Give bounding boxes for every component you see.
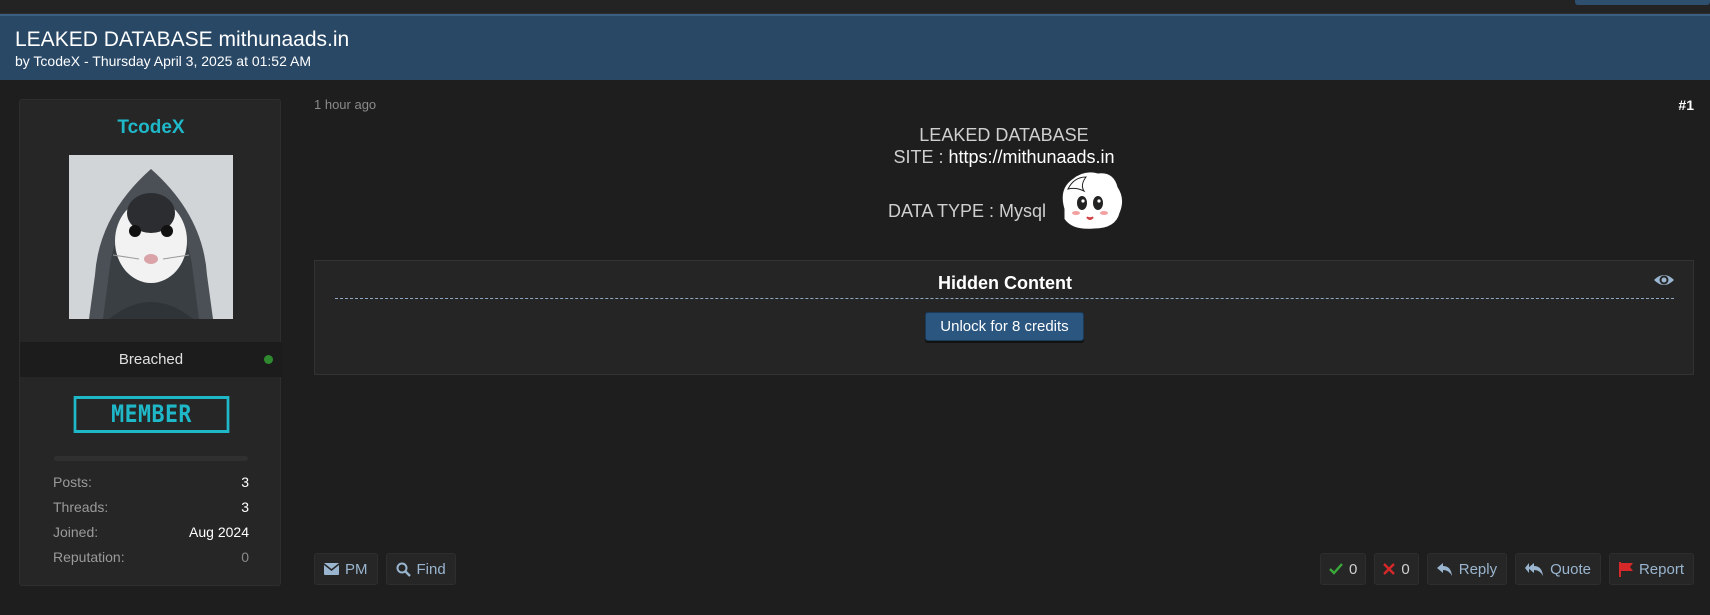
reply-button[interactable]: Reply [1426,553,1508,585]
unlock-button[interactable]: Unlock for 8 credits [925,312,1084,341]
post-container: 1 hour ago #1 LEAKED DATABASE SITE : htt… [314,97,1694,587]
data-type-text: DATA TYPE : Mysql [888,201,1047,221]
thread-header: LEAKED DATABASE mithunaads.in by TcodeX … [0,14,1710,80]
x-icon [1383,563,1396,575]
rank-badge: MEMBER [73,396,230,433]
thread-byline: by TcodeX - Thursday April 3, 2025 at 01… [15,53,311,69]
thread-title: LEAKED DATABASE mithunaads.in [15,28,350,51]
stat-value[interactable]: 0 [241,549,249,574]
find-label: Find [416,560,446,578]
report-button[interactable]: Report [1608,553,1694,585]
hidden-content-title: Hidden Content [938,273,1072,293]
post-line-title: LEAKED DATABASE [919,125,1089,145]
hidden-divider [335,298,1674,299]
upvote-count: 0 [1349,560,1358,578]
top-strip [0,0,1710,14]
post-actions-left: PM Find [314,553,456,585]
author-status: Breached [118,351,184,368]
stat-label: Posts: [53,474,92,490]
post-body: LEAKED DATABASE SITE : https://mithunaad… [314,125,1694,169]
site-label: SITE : [893,147,949,167]
reply-icon [1436,562,1453,576]
reply-label: Reply [1458,560,1498,578]
stat-label: Threads: [53,499,109,515]
quote-label: Quote [1550,560,1591,578]
site-link[interactable]: https://mithunaads.in [948,147,1114,167]
stat-label: Reputation: [53,549,125,565]
author-stats: Posts: 3 Threads: 3 Joined: Aug 2024 Rep… [53,474,249,574]
quote-button[interactable]: Quote [1515,553,1601,585]
stat-value: Aug 2024 [189,524,249,540]
flag-icon [1618,561,1633,577]
check-icon [1329,563,1343,575]
top-button[interactable] [1575,0,1710,5]
stat-row-threads: Threads: 3 [53,499,249,524]
post-actions-right: 0 0 Reply Quote Report [1320,553,1694,585]
upvote-button[interactable]: 0 [1320,553,1367,585]
stat-row-posts: Posts: 3 [53,474,249,499]
find-button[interactable]: Find [385,553,456,585]
eye-icon[interactable] [1653,271,1675,289]
pm-button[interactable]: PM [314,553,378,585]
stat-value: 3 [241,474,249,490]
data-type-line: DATA TYPE : Mysql [314,169,1694,233]
stat-value: 3 [241,499,249,515]
search-icon [396,562,411,577]
avatar[interactable] [69,155,233,319]
downvote-button[interactable]: 0 [1374,553,1419,585]
online-indicator [264,355,273,364]
envelope-icon [324,563,339,575]
stat-row-reputation: Reputation: 0 [53,549,249,574]
stat-row-joined: Joined: Aug 2024 [53,524,249,549]
author-username[interactable]: TcodeX [20,117,282,139]
status-bar: Breached [20,342,282,377]
stat-label: Joined: [53,524,99,540]
post-time: 1 hour ago [314,97,377,112]
author-sidebar: TcodeX Breached MEMBER Posts: 3 Threads:… [19,99,282,586]
post-line-site: SITE : https://mithunaads.in [314,147,1694,169]
cartoon-sticker [1054,169,1126,233]
report-label: Report [1638,560,1684,578]
progress-bar [54,456,248,461]
quote-icon [1525,562,1544,576]
pm-label: PM [345,560,368,578]
hidden-content-box: Hidden Content Unlock for 8 credits [314,260,1694,375]
downvote-count: 0 [1401,560,1410,578]
post-number[interactable]: #1 [1678,97,1694,113]
